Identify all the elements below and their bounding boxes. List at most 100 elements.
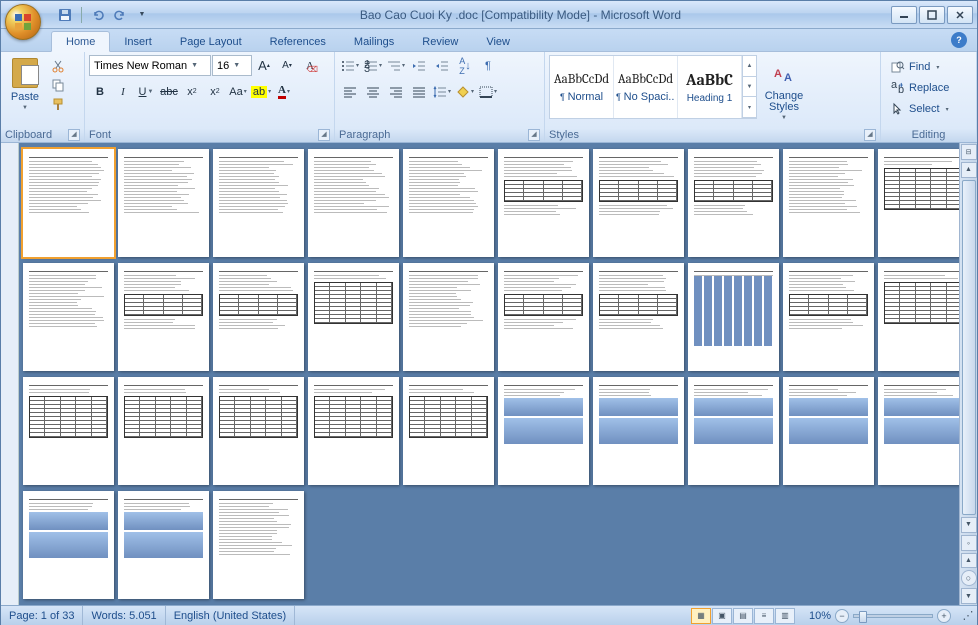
font-color-button[interactable]: A▾ — [273, 81, 295, 102]
scroll-down-button[interactable]: ▼ — [961, 517, 977, 533]
clipboard-launcher[interactable]: ◢ — [68, 129, 80, 141]
scroll-thumb[interactable] — [962, 180, 976, 515]
change-case-button[interactable]: Aa▾ — [227, 81, 249, 102]
full-screen-view[interactable]: ▣ — [712, 608, 732, 624]
page-thumbnail[interactable] — [688, 149, 779, 257]
page-thumbnail[interactable] — [498, 377, 589, 485]
scroll-up-button[interactable]: ▲ — [961, 162, 977, 178]
copy-icon[interactable] — [49, 77, 67, 93]
styles-gallery[interactable]: AaBbCcDd ¶ Normal AaBbCcDd ¶ No Spaci...… — [549, 55, 757, 119]
page-thumbnail[interactable] — [23, 377, 114, 485]
vertical-scrollbar[interactable]: ⊟ ▲ ▼ ◦ ▲ ○ ▼ — [959, 143, 977, 605]
align-right-button[interactable] — [385, 81, 407, 102]
page-thumbnail[interactable] — [403, 263, 494, 371]
line-spacing-button[interactable]: ▾ — [431, 81, 453, 102]
page-thumbnail[interactable] — [783, 149, 874, 257]
page-thumbnail[interactable] — [213, 263, 304, 371]
page-thumbnail[interactable] — [878, 263, 959, 371]
align-left-button[interactable] — [339, 81, 361, 102]
font-size-combo[interactable]: 16▼ — [212, 55, 252, 76]
style-no-spacing[interactable]: AaBbCcDd ¶ No Spaci... — [614, 56, 678, 118]
tab-review[interactable]: Review — [408, 32, 472, 51]
zoom-out-button[interactable]: − — [835, 609, 849, 623]
subscript-button[interactable]: x2 — [181, 81, 203, 102]
resize-grip[interactable]: ⋰ — [959, 609, 977, 622]
underline-button[interactable]: U▼ — [135, 81, 157, 102]
tab-home[interactable]: Home — [51, 31, 110, 52]
page-thumbnail[interactable] — [118, 491, 209, 599]
select-browse-object[interactable]: ○ — [961, 570, 977, 586]
ruler-toggle[interactable]: ⊟ — [961, 144, 977, 160]
sort-button[interactable]: AZ↓ — [454, 55, 476, 76]
prev-page-button[interactable]: ▲ — [961, 553, 977, 569]
zoom-in-button[interactable]: + — [937, 609, 951, 623]
borders-button[interactable]: ▾ — [477, 81, 499, 102]
status-language[interactable]: English (United States) — [166, 606, 296, 625]
office-button[interactable] — [1, 1, 43, 29]
help-icon[interactable]: ? — [951, 32, 967, 48]
page-thumbnail[interactable] — [213, 149, 304, 257]
style-normal[interactable]: AaBbCcDd ¶ Normal — [550, 56, 614, 118]
change-styles-button[interactable]: AA Change Styles ▼ — [759, 55, 809, 123]
find-button[interactable]: Find ▾ — [887, 57, 953, 77]
page-thumbnail[interactable] — [308, 263, 399, 371]
strikethrough-button[interactable]: abc — [158, 81, 180, 102]
maximize-button[interactable] — [919, 6, 945, 24]
outline-view[interactable]: ≡ — [754, 608, 774, 624]
page-thumbnail[interactable] — [403, 149, 494, 257]
page-thumbnail[interactable] — [213, 491, 304, 599]
bullets-button[interactable]: ▾ — [339, 55, 361, 76]
zoom-slider[interactable] — [853, 614, 933, 618]
page-thumbnail[interactable] — [118, 149, 209, 257]
page-thumbnail[interactable] — [403, 377, 494, 485]
page-thumbnail[interactable] — [213, 377, 304, 485]
shrink-font-icon[interactable]: A▾ — [276, 55, 298, 76]
increase-indent-button[interactable] — [431, 55, 453, 76]
close-button[interactable] — [947, 6, 973, 24]
shading-button[interactable]: ▾ — [454, 81, 476, 102]
page-thumbnail[interactable] — [593, 377, 684, 485]
page-thumbnail[interactable] — [498, 149, 589, 257]
page-thumbnail[interactable] — [878, 377, 959, 485]
print-layout-view[interactable]: ▦ — [691, 608, 711, 624]
show-hide-button[interactable]: ¶ — [477, 55, 499, 76]
page-thumbnail[interactable] — [688, 263, 779, 371]
grow-font-icon[interactable]: A▴ — [253, 55, 275, 76]
page-thumbnail[interactable] — [308, 149, 399, 257]
page-thumbnail[interactable] — [23, 149, 114, 257]
tab-view[interactable]: View — [472, 32, 524, 51]
undo-icon[interactable] — [90, 7, 106, 23]
highlight-button[interactable]: ab▾ — [250, 81, 272, 102]
page-thumbnail[interactable] — [593, 149, 684, 257]
page-thumbnail[interactable] — [593, 263, 684, 371]
zoom-percent[interactable]: 10% — [809, 610, 831, 622]
clear-formatting-icon[interactable]: A⌫ — [299, 55, 321, 76]
font-family-combo[interactable]: Times New Roman▼ — [89, 55, 211, 76]
qat-customize-icon[interactable]: ▼ — [134, 7, 150, 23]
web-layout-view[interactable]: ▤ — [733, 608, 753, 624]
vertical-ruler[interactable] — [1, 143, 19, 605]
font-launcher[interactable]: ◢ — [318, 129, 330, 141]
page-thumbnail[interactable] — [688, 377, 779, 485]
page-thumbnail[interactable] — [783, 377, 874, 485]
browse-object-button[interactable]: ◦ — [961, 535, 977, 551]
page-thumbnail[interactable] — [783, 263, 874, 371]
page-thumbnail[interactable] — [308, 377, 399, 485]
tab-insert[interactable]: Insert — [110, 32, 166, 51]
page-thumbnail[interactable] — [118, 377, 209, 485]
pages-viewport[interactable] — [19, 143, 959, 605]
page-thumbnail[interactable] — [23, 263, 114, 371]
align-center-button[interactable] — [362, 81, 384, 102]
paste-button[interactable]: Paste ▼ — [5, 55, 45, 113]
style-heading1[interactable]: AaBbC Heading 1 — [678, 56, 742, 118]
cut-icon[interactable] — [49, 58, 67, 74]
decrease-indent-button[interactable] — [408, 55, 430, 76]
numbering-button[interactable]: 123▾ — [362, 55, 384, 76]
bold-button[interactable]: B — [89, 81, 111, 102]
page-thumbnail[interactable] — [498, 263, 589, 371]
page-thumbnail[interactable] — [878, 149, 959, 257]
tab-mailings[interactable]: Mailings — [340, 32, 408, 51]
justify-button[interactable] — [408, 81, 430, 102]
tab-references[interactable]: References — [256, 32, 340, 51]
zoom-slider-thumb[interactable] — [859, 611, 867, 623]
